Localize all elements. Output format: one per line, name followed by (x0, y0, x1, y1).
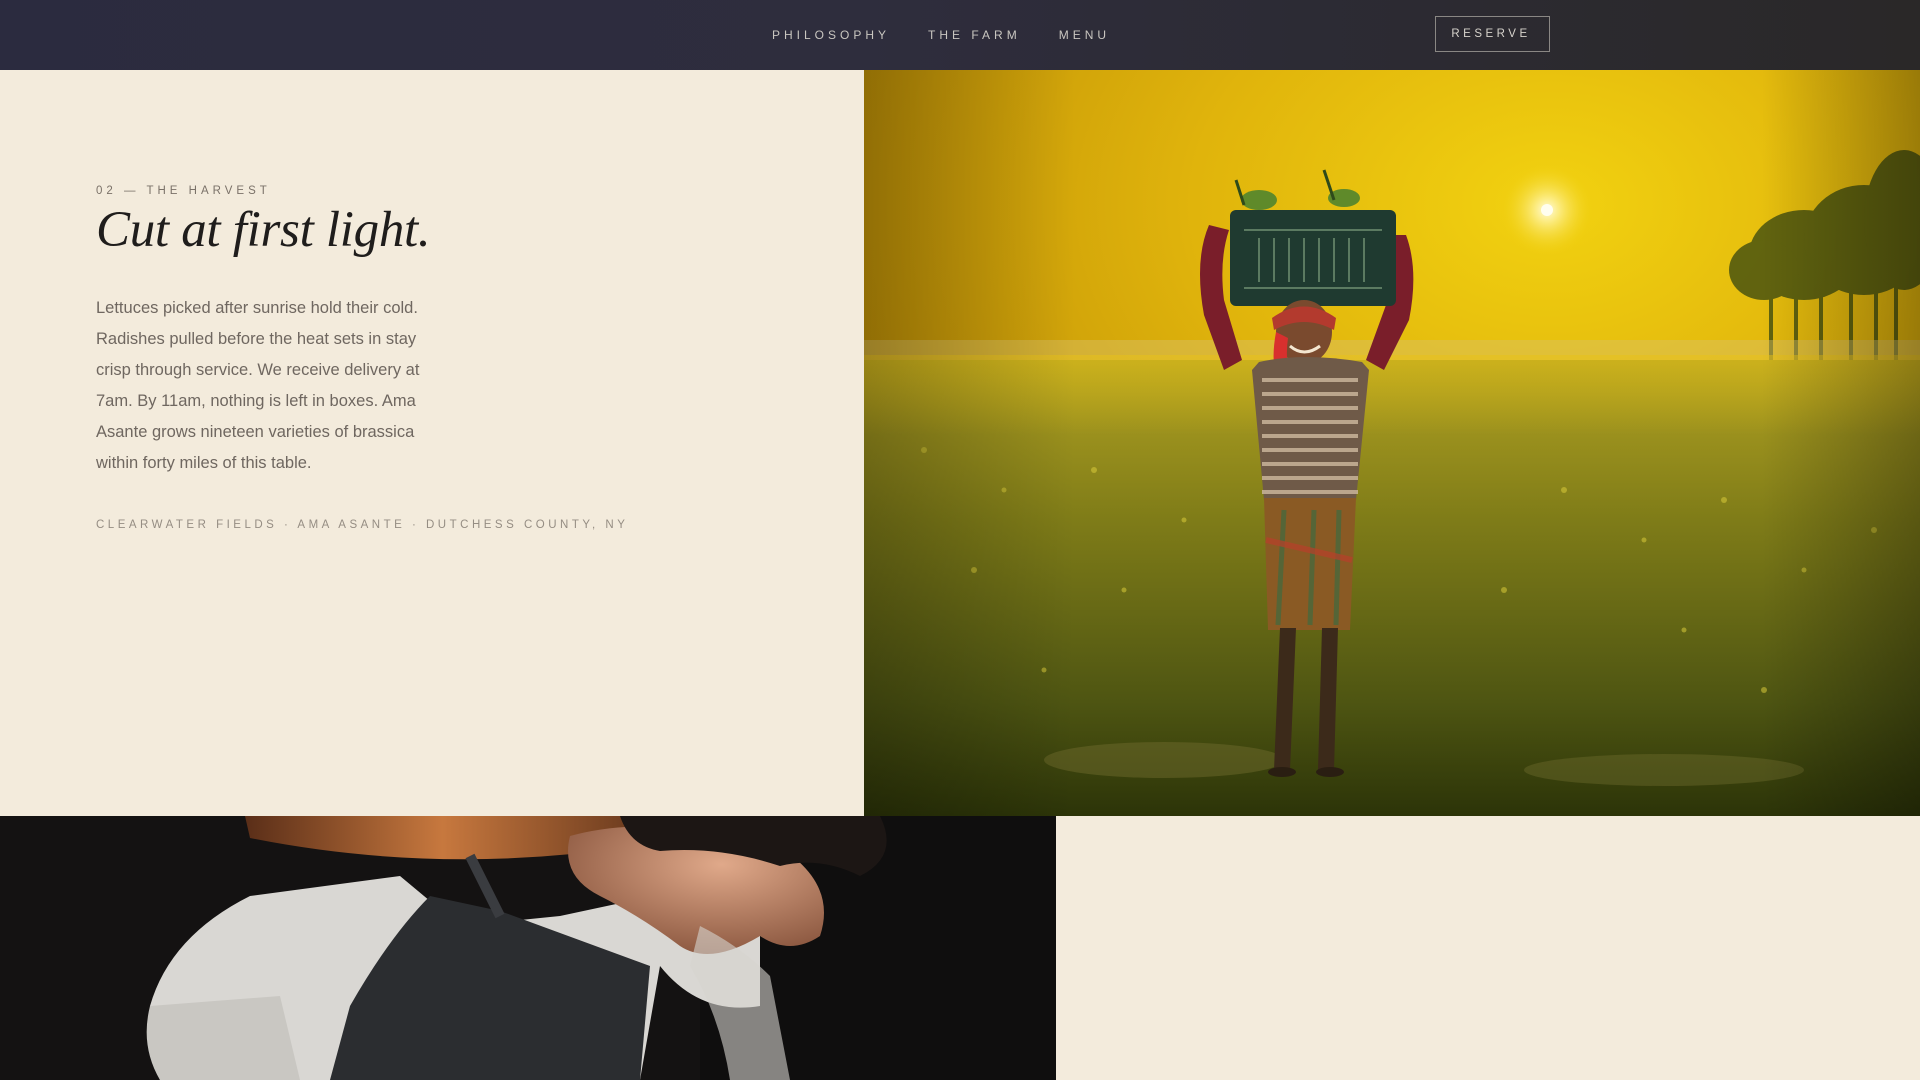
section-eyebrow: 02 — THE HARVEST (96, 185, 271, 197)
section-headline: Cut at first light. (96, 202, 431, 258)
nav-link-the-farm[interactable]: THE FARM (928, 28, 1021, 42)
empty-panel (1056, 816, 1920, 1080)
section-body: Lettuces picked after sunrise hold their… (96, 299, 420, 472)
chef-plating-photo (0, 816, 1056, 1080)
photo-credits: CLEARWATER FIELDS · AMA ASANTE · DUTCHES… (96, 519, 629, 531)
nav-link-menu[interactable]: MENU (1059, 28, 1110, 42)
site-header: PHILOSOPHY THE FARM MENU RESERVE (0, 0, 1920, 70)
reserve-button[interactable]: RESERVE (1435, 16, 1550, 52)
harvest-intro: 02 — THE HARVEST Cut at first light. Let… (0, 70, 864, 816)
main-nav: PHILOSOPHY THE FARM MENU (772, 0, 1148, 70)
farmer-field-photo (864, 70, 1920, 816)
nav-link-philosophy[interactable]: PHILOSOPHY (772, 28, 890, 42)
